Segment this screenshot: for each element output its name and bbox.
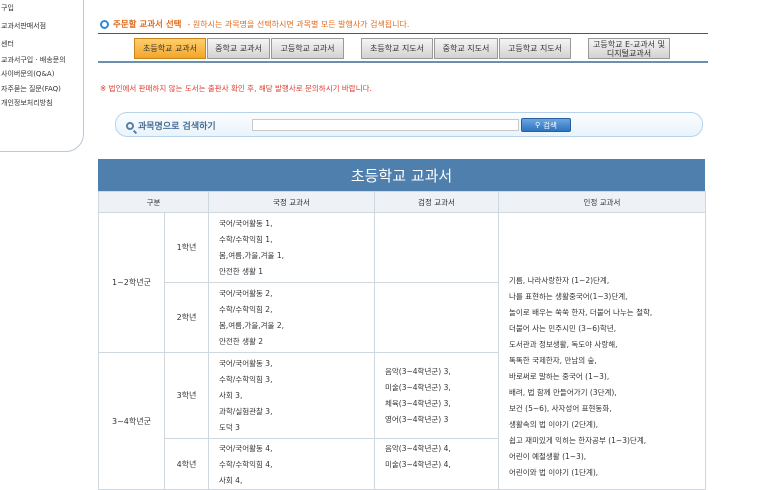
book-link[interactable]: 어린이 예절생활 (1~3), (509, 449, 705, 465)
book-link[interactable]: 사회 3, (219, 388, 374, 404)
tab-high-textbook[interactable]: 고등학교 교과서 (271, 38, 344, 59)
header-divider (98, 33, 708, 34)
book-link[interactable]: 더불어 사는 민주시민 (3~6)학년, (509, 321, 705, 337)
book-link[interactable]: 미술(3~4학년군) 3, (385, 380, 498, 396)
order-header: 주문할 교과서 선택 - 원하시는 과목명을 선택하시면 과목별 모든 발행사가… (100, 17, 705, 31)
sidebar-item-purchase[interactable]: 구입 (1, 3, 14, 13)
grade-name: 2학년 (164, 282, 209, 353)
table-row: 1~2학년군 1학년 국어/국어활동 1, 수학/수학익힘 1, 봄,여름,가을… (98, 212, 706, 490)
book-link[interactable]: 봄,여름,가을,겨울 1, (219, 248, 374, 264)
book-link[interactable]: 수학/수학익힘 4, (219, 457, 374, 473)
guk-books: 국어/국어활동 2, 수학/수학익힘 2, 봄,여름,가을,겨울 2, 안전한 … (208, 282, 375, 353)
grade-name: 4학년 (164, 438, 209, 490)
book-link[interactable]: 미술(3~4학년군) 4, (385, 457, 498, 473)
guk-books: 국어/국어활동 1, 수학/수학익힘 1, 봄,여름,가을,겨울 1, 안전한 … (208, 212, 375, 283)
sidebar-item-center[interactable]: 센터 (1, 39, 14, 49)
book-link[interactable]: 어린이와 법 이야기 (1단계), (509, 465, 705, 481)
book-link[interactable]: 나를 표현하는 생활중국어(1~3)단계, (509, 289, 705, 305)
book-link[interactable]: 바로써로 말하는 중국어 (1~3), (509, 369, 705, 385)
book-link[interactable]: 기름, 나라사랑한자 (1~2)단계, (509, 273, 705, 289)
header-ingeong: 인정 교과서 (498, 191, 706, 213)
sidebar-item-faq[interactable]: 자주묻는 질문(FAQ) (1, 84, 61, 94)
table-header-row: 구분 국정 교과서 검정 교과서 인정 교과서 (98, 191, 706, 213)
header-geom: 검정 교과서 (374, 191, 499, 213)
header-category: 구분 (98, 191, 209, 213)
book-link[interactable]: 쉽고 재미있게 익히는 한자공부 (1~3)단계, (509, 433, 705, 449)
tab-middle-textbook[interactable]: 중학교 교과서 (207, 38, 270, 59)
book-link[interactable]: 생활속의 법 이야기 (2단계), (509, 417, 705, 433)
group-name: 1~2학년군 (98, 212, 165, 353)
order-title: 주문할 교과서 선택 (113, 20, 182, 30)
tab-elementary-guide[interactable]: 초등학교 지도서 (361, 38, 433, 59)
book-link[interactable]: 국어/국어활동 4, (219, 441, 374, 457)
search-label: 과목명으로 검색하기 (126, 119, 216, 132)
geom-books: 음악(3~4학년군) 4, 미술(3~4학년군) 4, (374, 438, 499, 490)
subject-search-input[interactable] (252, 119, 519, 131)
book-link[interactable]: 과학/실험관찰 3, (219, 404, 374, 420)
book-link[interactable]: 수학/수학익힘 1, (219, 232, 374, 248)
guk-books: 국어/국어활동 4, 수학/수학익힘 4, 사회 4, (208, 438, 375, 490)
book-link[interactable]: 음악(3~4학년군) 3, (385, 364, 498, 380)
book-link[interactable]: 음악(3~4학년군) 4, (385, 441, 498, 457)
book-link[interactable]: 안전한 생활 2 (219, 334, 374, 350)
header-guk: 국정 교과서 (208, 191, 375, 213)
table-title: 초등학교 교과서 (98, 159, 705, 191)
sidebar-item-qna[interactable]: 사이버문의(Q&A) (1, 69, 54, 79)
notice-text: ※ 법인에서 판매하지 않는 도서는 출판사 확인 후, 해당 발행사로 문의하… (100, 84, 372, 93)
book-link[interactable]: 국어/국어활동 1, (219, 216, 374, 232)
search-icon (126, 121, 134, 130)
circle-bullet-icon (100, 19, 109, 29)
grade-name: 3학년 (164, 352, 209, 439)
book-link[interactable]: 영어(3~4학년군) 3 (385, 412, 498, 428)
tab-high-guide[interactable]: 고등학교 지도서 (499, 38, 571, 59)
sidebar-item-privacy[interactable]: 개인정보처리방침 (1, 98, 53, 108)
tab-middle-guide[interactable]: 중학교 지도서 (434, 38, 498, 59)
search-button[interactable]: ⚲ 검색 (521, 118, 571, 132)
book-link[interactable]: 국어/국어활동 2, (219, 286, 374, 302)
grade-name: 1학년 (164, 212, 209, 283)
tab-elementary-textbook[interactable]: 초등학교 교과서 (134, 38, 206, 59)
group-name: 3~4학년군 (98, 352, 165, 490)
book-link[interactable]: 도서관과 정보생활, 독도야 사랑해, (509, 337, 705, 353)
textbook-table: 구분 국정 교과서 검정 교과서 인정 교과서 1~2학년군 1학년 국어/국어… (98, 191, 706, 490)
book-link[interactable]: 안전한 생활 1 (219, 264, 374, 280)
book-link[interactable]: 배려, 법 함께 만들어가기 (3단계), (509, 385, 705, 401)
book-link[interactable]: 보건 (5~6), 사자성어 표현동화, (509, 401, 705, 417)
sidebar-item-bookstore[interactable]: 교과서판매서점 (1, 21, 46, 31)
book-link[interactable]: 사회 4, (219, 473, 374, 489)
geom-books: 음악(3~4학년군) 3, 미술(3~4학년군) 3, 체육(3~4학년군) 3… (374, 352, 499, 439)
book-link[interactable]: 수학/수학익힘 3, (219, 372, 374, 388)
book-link[interactable]: 놀이로 배우는 쑥쑥 한자, 더불어 나누는 철학, (509, 305, 705, 321)
search-label-text: 과목명으로 검색하기 (138, 122, 216, 132)
guk-books: 국어/국어활동 3, 수학/수학익힘 3, 사회 3, 과학/실험관찰 3, 도… (208, 352, 375, 439)
left-sidebar: 구입 교과서판매서점 센터 교과서구입 · 배송문의 사이버문의(Q&A) 자주… (0, 0, 84, 152)
tab-divider (98, 61, 708, 63)
search-box: 과목명으로 검색하기 ⚲ 검색 (115, 112, 703, 137)
book-link[interactable]: 똑똑한 국제한자, 만남의 숲, (509, 353, 705, 369)
book-link[interactable]: 봄,여름,가을,겨울 2, (219, 318, 374, 334)
tab-high-digital-textbook[interactable]: 고등학교 E-교과서 및 디지털교과서 (588, 38, 670, 59)
geom-books (374, 212, 499, 283)
search-button-icon: ⚲ (535, 121, 541, 129)
book-link[interactable]: 체육(3~4학년군) 3, (385, 396, 498, 412)
book-link[interactable]: 국어/국어활동 3, (219, 356, 374, 372)
ingeong-books: 기름, 나라사랑한자 (1~2)단계, 나를 표현하는 생활중국어(1~3)단계… (498, 212, 706, 490)
book-link[interactable]: 수학/수학익힘 2, (219, 302, 374, 318)
search-button-label: 검색 (543, 120, 557, 130)
book-link[interactable]: 도덕 3 (219, 420, 374, 436)
geom-books (374, 282, 499, 353)
order-description: - 원하시는 과목명을 선택하시면 과목별 모든 발행사가 검색됩니다. (187, 19, 410, 29)
sidebar-item-delivery[interactable]: 교과서구입 · 배송문의 (1, 55, 66, 65)
